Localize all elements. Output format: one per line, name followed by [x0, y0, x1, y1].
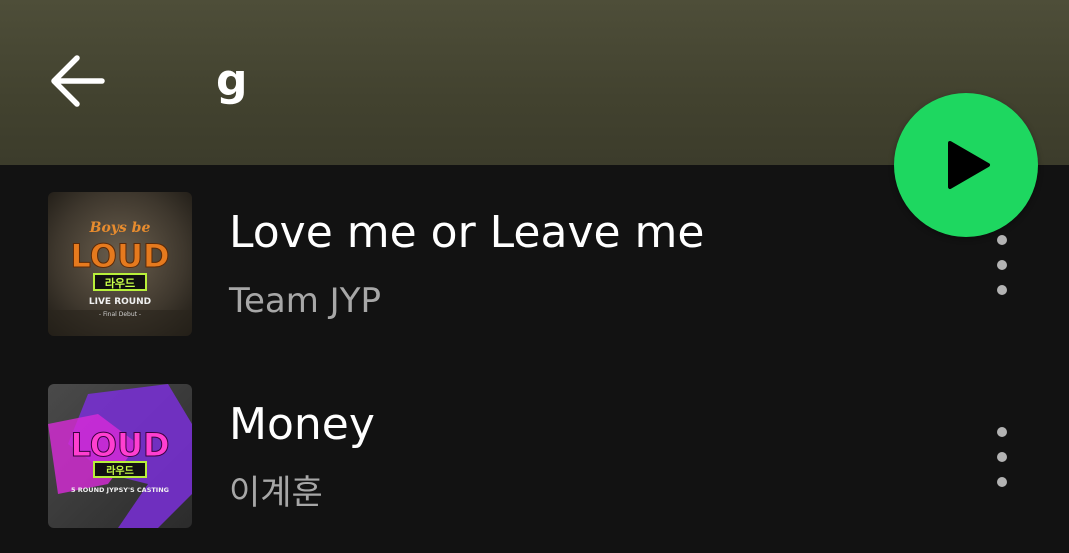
track-title: Money	[229, 399, 375, 450]
art-line1: LIVE ROUND	[89, 297, 151, 307]
art-logo: LOUD	[71, 426, 170, 464]
page-title: g	[216, 55, 248, 106]
track-artist: Team JYP	[229, 281, 381, 321]
track-title: Love me or Leave me	[229, 207, 705, 258]
art-logo-sub: 라우드	[106, 464, 134, 477]
more-options-button[interactable]	[982, 225, 1022, 305]
art-logo: LOUD	[71, 237, 170, 275]
track-artist: 이계훈	[229, 473, 323, 513]
back-button[interactable]	[44, 50, 110, 112]
album-art: LOUD 라우드 5 ROUND JYPSY'S CASTING	[48, 384, 192, 528]
track-row[interactable]: LOUD 라우드 5 ROUND JYPSY'S CASTING Money 이…	[0, 382, 1069, 532]
album-art: Boys be LOUD 라우드 LIVE ROUND - Final Debu…	[48, 192, 192, 336]
track-row[interactable]: Boys be LOUD 라우드 LIVE ROUND - Final Debu…	[0, 190, 1069, 340]
more-vertical-icon	[997, 235, 1007, 295]
play-icon	[948, 141, 990, 189]
art-line2: - Final Debut -	[99, 311, 141, 318]
more-options-button[interactable]	[982, 417, 1022, 497]
art-logo-sub: 라우드	[105, 276, 135, 290]
arrow-left-icon	[51, 55, 105, 107]
more-vertical-icon	[997, 427, 1007, 487]
art-line1: 5 ROUND JYPSY'S CASTING	[71, 486, 169, 494]
art-brand-top: Boys be	[89, 220, 151, 236]
